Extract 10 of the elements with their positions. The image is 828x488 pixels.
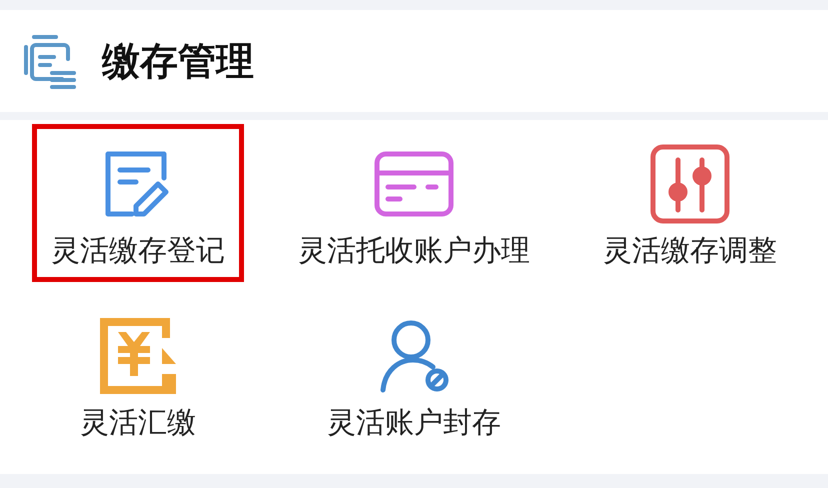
menu-tile[interactable]: 灵活缴存调整 [584, 124, 796, 282]
menu-tile[interactable]: 灵活账户封存 [308, 296, 520, 454]
menu-tile[interactable]: 灵活缴存登记 [32, 124, 244, 282]
menu-tile[interactable]: 灵活托收账户办理 [279, 124, 549, 282]
yen-document-icon [100, 318, 176, 394]
sliders-icon [650, 144, 730, 224]
section-title: 缴存管理 [102, 38, 254, 84]
menu-tile[interactable]: 灵活汇缴 [61, 296, 215, 454]
card-icon [374, 151, 454, 217]
list-cards-icon [22, 33, 78, 89]
